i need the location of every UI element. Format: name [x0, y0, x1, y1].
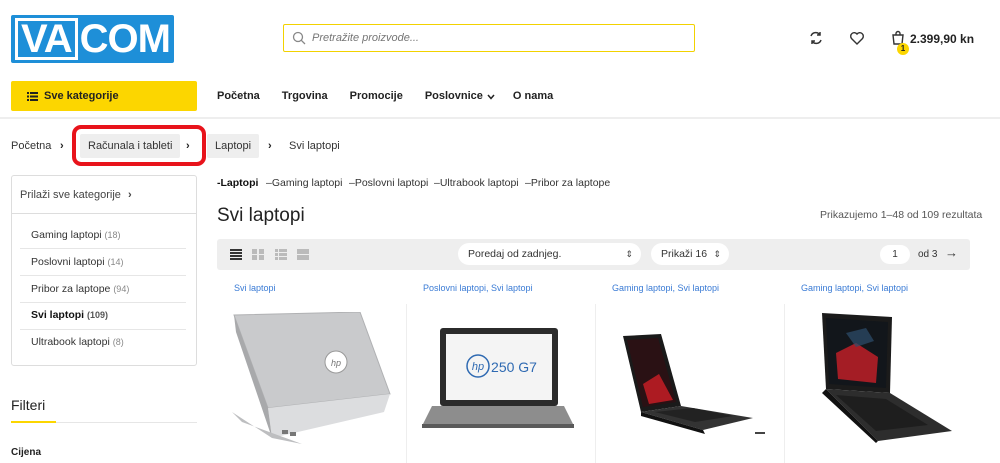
sidebar-item-all[interactable]: Svi laptopi (109): [31, 309, 108, 321]
sidebar-divider: [11, 213, 197, 214]
nav-home[interactable]: Početna: [217, 90, 260, 102]
select-arrows-icon: ⇕: [713, 249, 721, 259]
list-icon: [27, 91, 38, 101]
product-divider: [784, 304, 785, 463]
page-total: od 3: [918, 249, 938, 260]
all-categories-button[interactable]: Sve kategorije: [11, 81, 197, 111]
main-nav: Početna Trgovina Promocije Poslovnice O …: [217, 90, 575, 102]
breadcrumb-laptops[interactable]: Laptopi: [207, 134, 260, 158]
header-divider: [0, 117, 1000, 119]
cart-total[interactable]: 2.399,90 kn: [910, 32, 974, 46]
subcat-gaming[interactable]: –Gaming laptopi: [266, 177, 342, 189]
sidebar-item-accessories[interactable]: Pribor za laptope (94): [31, 283, 129, 295]
chevron-down-icon[interactable]: [487, 94, 495, 100]
sidebar-item-divider: [20, 275, 186, 276]
product-screen-text: 250 G7: [491, 359, 537, 375]
list-view-icon[interactable]: [275, 249, 287, 260]
cart-count-badge: 1: [897, 43, 909, 55]
sidebar-item-business[interactable]: Poslovni laptopi (14): [31, 256, 123, 268]
filters-heading: Filteri: [11, 397, 46, 413]
nav-shop[interactable]: Trgovina: [282, 90, 328, 102]
product-category[interactable]: Gaming laptopi, Svi laptopi: [612, 283, 719, 293]
svg-text:hp: hp: [472, 361, 484, 373]
filters-underline: [11, 421, 56, 423]
product-image-gaming-laptop-1[interactable]: [623, 334, 768, 439]
product-category[interactable]: Gaming laptopi, Svi laptopi: [801, 283, 908, 293]
list-small-view-icon[interactable]: [297, 249, 309, 260]
sidebar-item-divider: [20, 248, 186, 249]
search-icon: [292, 31, 306, 45]
grid-view-icon[interactable]: [230, 249, 242, 260]
sidebar-item-ultrabook[interactable]: Ultrabook laptopi (8): [31, 336, 124, 348]
search-bar[interactable]: [283, 24, 695, 52]
subcat-ultrabook[interactable]: –Ultrabook laptopi: [434, 177, 519, 189]
subcat-accessories[interactable]: –Pribor za laptope: [525, 177, 610, 189]
breadcrumb-home[interactable]: Početna: [11, 134, 51, 158]
sort-select[interactable]: Poredaj od zadnjeg. ⇕: [458, 243, 641, 265]
logo[interactable]: VA COM: [11, 15, 174, 63]
product-image-hp-silver-laptop[interactable]: hp: [232, 312, 392, 447]
svg-text:hp: hp: [331, 358, 341, 368]
page-title: Svi laptopi: [217, 205, 305, 226]
results-count: Prikazujemo 1–48 od 109 rezultata: [820, 209, 983, 221]
highlight-annotation: [72, 125, 206, 166]
sidebar-item-divider: [20, 302, 186, 303]
product-category[interactable]: Svi laptopi: [234, 283, 276, 293]
subcat-business[interactable]: –Poslovni laptopi: [349, 177, 428, 189]
browse-all-categories[interactable]: Prilaži sve kategorije ›: [20, 189, 132, 201]
product-divider: [595, 304, 596, 463]
nav-promotions[interactable]: Promocije: [350, 90, 403, 102]
per-page-select[interactable]: Prikaži 16 ⇕: [651, 243, 729, 265]
logo-text-left: VA: [15, 18, 78, 60]
product-image-gaming-laptop-2[interactable]: [816, 313, 954, 443]
breadcrumb-separator: ›: [268, 140, 272, 152]
subcat-laptops[interactable]: -Laptopi: [217, 177, 258, 189]
logo-text-right: COM: [79, 16, 171, 61]
product-category[interactable]: Poslovni laptopi, Svi laptopi: [423, 283, 533, 293]
sidebar-item-gaming[interactable]: Gaming laptopi (18): [31, 229, 121, 241]
product-image-hp-250-g7[interactable]: hp 250 G7: [422, 326, 574, 429]
next-page-arrow-icon[interactable]: →: [945, 245, 958, 260]
nav-stores[interactable]: Poslovnice: [425, 90, 483, 102]
breadcrumb-separator: ›: [60, 140, 64, 152]
nav-about[interactable]: O nama: [513, 90, 553, 102]
breadcrumb-current: Svi laptopi: [289, 140, 340, 152]
page-number-input[interactable]: 1: [880, 245, 910, 264]
grid-small-view-icon[interactable]: [252, 249, 264, 260]
all-categories-label: Sve kategorije: [44, 90, 119, 102]
compare-icon[interactable]: [808, 30, 824, 46]
search-input[interactable]: [312, 32, 672, 44]
product-divider: [406, 304, 407, 463]
select-arrows-icon: ⇕: [625, 249, 633, 259]
price-filter-heading[interactable]: Cijena: [11, 447, 41, 458]
sidebar-item-divider: [20, 329, 186, 330]
heart-icon[interactable]: [849, 30, 865, 46]
